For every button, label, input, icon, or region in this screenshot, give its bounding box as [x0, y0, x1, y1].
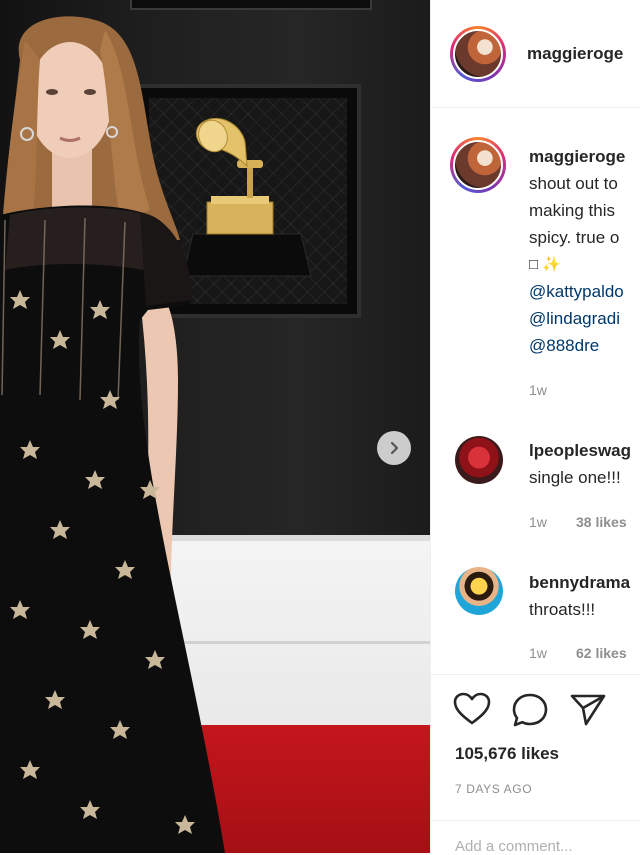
likes-count[interactable]: 105,676 likes — [455, 744, 559, 764]
post-date[interactable]: 7 DAYS AGO — [455, 782, 532, 796]
comment-text: single one!!! — [529, 468, 621, 487]
comment-username[interactable]: lpeopleswag — [529, 441, 631, 461]
next-photo-button[interactable] — [377, 431, 411, 465]
comment-avatar[interactable] — [455, 567, 503, 615]
heart-icon[interactable] — [453, 692, 491, 726]
comment-text: throats!!! — [529, 600, 596, 619]
caption-avatar[interactable] — [450, 137, 506, 193]
caption-emoji-line: □ ✨ — [529, 256, 561, 273]
share-icon[interactable] — [569, 692, 607, 726]
caption-line: spicy. true o — [529, 228, 620, 247]
comment-time[interactable]: 1w — [529, 514, 547, 530]
header-divider — [431, 107, 640, 108]
comment-likes[interactable]: 62 likes — [576, 645, 627, 661]
caption-line: making this — [529, 201, 615, 220]
post-photo[interactable] — [0, 0, 430, 853]
mention-link[interactable]: @lindagradi — [529, 309, 620, 329]
person-figure — [0, 16, 225, 853]
comment-avatar[interactable] — [455, 436, 503, 484]
header-username[interactable]: maggieroge — [527, 44, 623, 64]
comment-time[interactable]: 1w — [529, 645, 547, 661]
header-avatar[interactable] — [450, 26, 506, 82]
comment-likes[interactable]: 38 likes — [576, 514, 627, 530]
mention-link[interactable]: @kattypaldo — [529, 282, 624, 302]
comment-username[interactable]: bennydrama — [529, 573, 630, 593]
mention-link[interactable]: @888dre — [529, 336, 599, 356]
add-comment-input[interactable]: Add a comment... — [455, 838, 573, 855]
caption-username[interactable]: maggieroge — [529, 147, 625, 167]
comment-icon[interactable] — [511, 692, 549, 728]
caption-time[interactable]: 1w — [529, 382, 547, 398]
actions-divider — [431, 674, 640, 675]
chevron-right-icon — [390, 441, 399, 455]
comment-box-divider — [431, 820, 640, 821]
caption-line: shout out to — [529, 174, 618, 193]
action-bar — [453, 692, 607, 728]
